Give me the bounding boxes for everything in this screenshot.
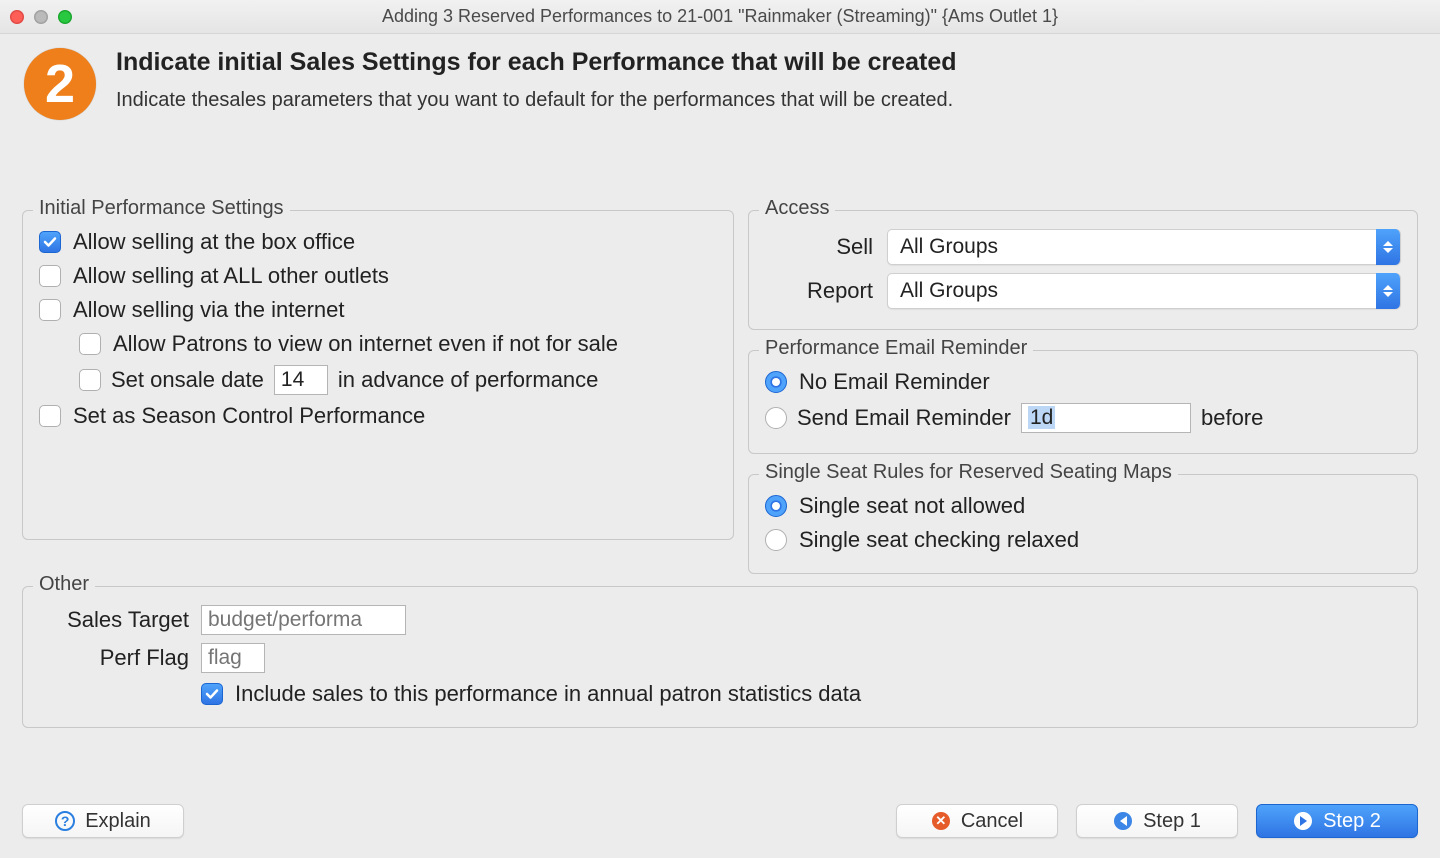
no-email-reminder-label: No Email Reminder	[799, 369, 990, 395]
fieldset-legend: Initial Performance Settings	[33, 197, 290, 220]
chevron-updown-icon	[1376, 229, 1400, 265]
allow-box-office-label: Allow selling at the box office	[73, 229, 355, 255]
cancel-icon: ✕	[932, 812, 950, 830]
access-sell-value: All Groups	[900, 235, 998, 259]
send-email-reminder-label: Send Email Reminder	[797, 405, 1011, 431]
set-onsale-date-checkbox[interactable]	[79, 369, 101, 391]
page-title: Indicate initial Sales Settings for each…	[116, 48, 957, 77]
set-onsale-date-label-before: Set onsale date	[111, 367, 264, 393]
step1-button[interactable]: Step 1	[1076, 804, 1238, 838]
perf-flag-input[interactable]	[201, 643, 265, 673]
allow-internet-checkbox[interactable]	[39, 299, 61, 321]
fieldset-other: Other Sales Target Perf Flag Include sal…	[22, 586, 1418, 728]
allow-other-outlets-checkbox[interactable]	[39, 265, 61, 287]
fieldset-single-seat: Single Seat Rules for Reserved Seating M…	[748, 474, 1418, 574]
single-seat-relaxed-label: Single seat checking relaxed	[799, 527, 1079, 553]
allow-view-internet-label: Allow Patrons to view on internet even i…	[113, 331, 618, 357]
set-onsale-date-label-after: in advance of performance	[338, 367, 599, 393]
cancel-button[interactable]: ✕ Cancel	[896, 804, 1058, 838]
allow-other-outlets-label: Allow selling at ALL other outlets	[73, 263, 389, 289]
single-seat-not-allowed-label: Single seat not allowed	[799, 493, 1025, 519]
access-sell-select[interactable]: All Groups	[887, 229, 1401, 265]
onsale-days-input[interactable]: 14	[274, 365, 328, 395]
window-title: Adding 3 Reserved Performances to 21-001…	[0, 6, 1440, 27]
cancel-button-label: Cancel	[961, 810, 1023, 833]
fieldset-legend: Access	[759, 197, 835, 220]
step-number-badge: 2	[24, 48, 96, 120]
explain-button[interactable]: ? Explain	[22, 804, 184, 838]
window: Adding 3 Reserved Performances to 21-001…	[0, 0, 1440, 858]
sales-target-label: Sales Target	[39, 607, 189, 633]
sales-target-input[interactable]	[201, 605, 406, 635]
reminder-duration-input[interactable]: 1d	[1021, 403, 1191, 433]
include-stats-checkbox[interactable]	[201, 683, 223, 705]
season-control-label: Set as Season Control Performance	[73, 403, 425, 429]
wizard-header: 2 Indicate initial Sales Settings for ea…	[0, 34, 1440, 130]
fieldset-legend: Single Seat Rules for Reserved Seating M…	[759, 461, 1178, 484]
footer-buttons: ? Explain ✕ Cancel Step 1 Step 2	[0, 804, 1440, 838]
step2-button-label: Step 2	[1323, 810, 1381, 833]
single-seat-relaxed-radio[interactable]	[765, 529, 787, 551]
titlebar: Adding 3 Reserved Performances to 21-001…	[0, 0, 1440, 34]
perf-flag-label: Perf Flag	[39, 645, 189, 671]
access-report-label: Report	[765, 278, 873, 304]
fieldset-email-reminder: Performance Email Reminder No Email Remi…	[748, 350, 1418, 454]
send-email-reminder-radio[interactable]	[765, 407, 787, 429]
fieldset-initial-settings: Initial Performance Settings Allow selli…	[22, 210, 734, 540]
no-email-reminder-radio[interactable]	[765, 371, 787, 393]
season-control-checkbox[interactable]	[39, 405, 61, 427]
access-report-select[interactable]: All Groups	[887, 273, 1401, 309]
reminder-before-label: before	[1201, 405, 1263, 431]
help-icon: ?	[55, 811, 75, 831]
allow-view-internet-checkbox[interactable]	[79, 333, 101, 355]
chevron-updown-icon	[1376, 273, 1400, 309]
forward-icon	[1294, 812, 1312, 830]
explain-button-label: Explain	[85, 810, 151, 833]
back-icon	[1114, 812, 1132, 830]
include-stats-label: Include sales to this performance in ann…	[235, 681, 861, 707]
fieldset-access: Access Sell All Groups Report	[748, 210, 1418, 330]
access-sell-label: Sell	[765, 234, 873, 260]
allow-internet-label: Allow selling via the internet	[73, 297, 344, 323]
allow-box-office-checkbox[interactable]	[39, 231, 61, 253]
fieldset-legend: Performance Email Reminder	[759, 337, 1033, 360]
step1-button-label: Step 1	[1143, 810, 1201, 833]
step2-button[interactable]: Step 2	[1256, 804, 1418, 838]
page-subtitle: Indicate thesales parameters that you wa…	[116, 89, 957, 112]
fieldset-legend: Other	[33, 573, 95, 596]
single-seat-not-allowed-radio[interactable]	[765, 495, 787, 517]
access-report-value: All Groups	[900, 279, 998, 303]
